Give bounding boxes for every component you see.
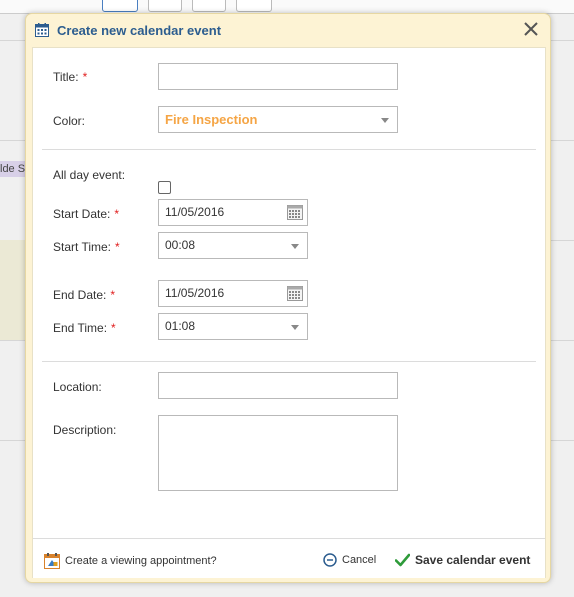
title-label-text: Title:	[53, 70, 79, 84]
required-marker: *	[82, 70, 88, 84]
end-date-input[interactable]: 11/05/2016	[158, 280, 308, 307]
cancel-label: Cancel	[342, 554, 377, 566]
dialog-title: Create new calendar event	[57, 23, 222, 38]
start-time-label: Start Time: *	[53, 240, 120, 254]
start-time-value: 00:08	[165, 238, 196, 252]
required-marker: *	[111, 321, 116, 335]
start-time-label-text: Start Time:	[53, 240, 112, 254]
background-toolbar-button	[192, 0, 226, 12]
chevron-down-icon	[291, 325, 299, 330]
section-divider	[42, 361, 536, 362]
chevron-down-icon	[291, 244, 299, 249]
color-select[interactable]: Fire Inspection	[158, 106, 398, 133]
end-date-label-text: End Date:	[53, 288, 107, 302]
background-toolbar-button	[102, 0, 138, 12]
save-event-button[interactable]: Save calendar event	[395, 553, 530, 567]
calendar-appointment-icon	[44, 553, 60, 569]
color-select-value: Fire Inspection	[165, 112, 258, 127]
start-date-value: 11/05/2016	[165, 205, 225, 219]
location-input[interactable]	[158, 372, 398, 399]
color-label: Color:	[53, 114, 86, 128]
start-date-label: Start Date: *	[53, 207, 119, 221]
cancel-icon	[323, 553, 337, 567]
background-event-tag: lde S	[0, 161, 26, 177]
start-date-label-text: Start Date:	[53, 207, 111, 221]
dialog-titlebar: Create new calendar event	[26, 14, 550, 46]
end-time-value: 01:08	[165, 319, 196, 333]
all-day-checkbox[interactable]	[158, 181, 171, 194]
required-marker: *	[110, 288, 116, 302]
all-day-label: All day event:	[53, 168, 126, 182]
description-label: Description:	[53, 423, 117, 437]
viewing-appointment-link[interactable]: Create a viewing appointment?	[44, 553, 217, 569]
background-toolbar-button	[236, 0, 272, 12]
create-event-dialog: Create new calendar event Title: * Color:…	[25, 13, 551, 583]
background-event-block	[0, 240, 26, 340]
required-marker: *	[115, 240, 120, 254]
end-time-label-text: End Time:	[53, 321, 108, 335]
viewing-appointment-text: Create a viewing appointment?	[65, 555, 217, 567]
title-input[interactable]	[158, 63, 398, 90]
calendar-icon	[35, 23, 49, 37]
required-marker: *	[114, 207, 120, 221]
description-textarea[interactable]	[158, 415, 398, 491]
section-divider	[42, 149, 536, 150]
checkmark-icon	[395, 553, 410, 567]
end-time-select[interactable]: 01:08	[158, 313, 308, 340]
date-picker-icon[interactable]	[287, 286, 303, 301]
close-icon[interactable]	[522, 20, 540, 38]
end-date-value: 11/05/2016	[165, 286, 225, 300]
background-toolbar-button	[148, 0, 182, 12]
end-date-label: End Date: *	[53, 288, 115, 302]
cancel-button[interactable]: Cancel	[323, 553, 376, 567]
date-picker-icon[interactable]	[287, 205, 303, 220]
save-label: Save calendar event	[415, 553, 531, 567]
start-date-input[interactable]: 11/05/2016	[158, 199, 308, 226]
chevron-down-icon	[381, 118, 389, 123]
location-label: Location:	[53, 380, 102, 394]
end-time-label: End Time: *	[53, 321, 116, 335]
dialog-body: Title: * Color: Fire Inspection All day e…	[32, 47, 546, 578]
start-time-select[interactable]: 00:08	[158, 232, 308, 259]
background-toolbar	[0, 0, 574, 14]
dialog-footer: Create a viewing appointment? Cancel Sav…	[33, 538, 545, 578]
title-label: Title: *	[53, 70, 87, 84]
